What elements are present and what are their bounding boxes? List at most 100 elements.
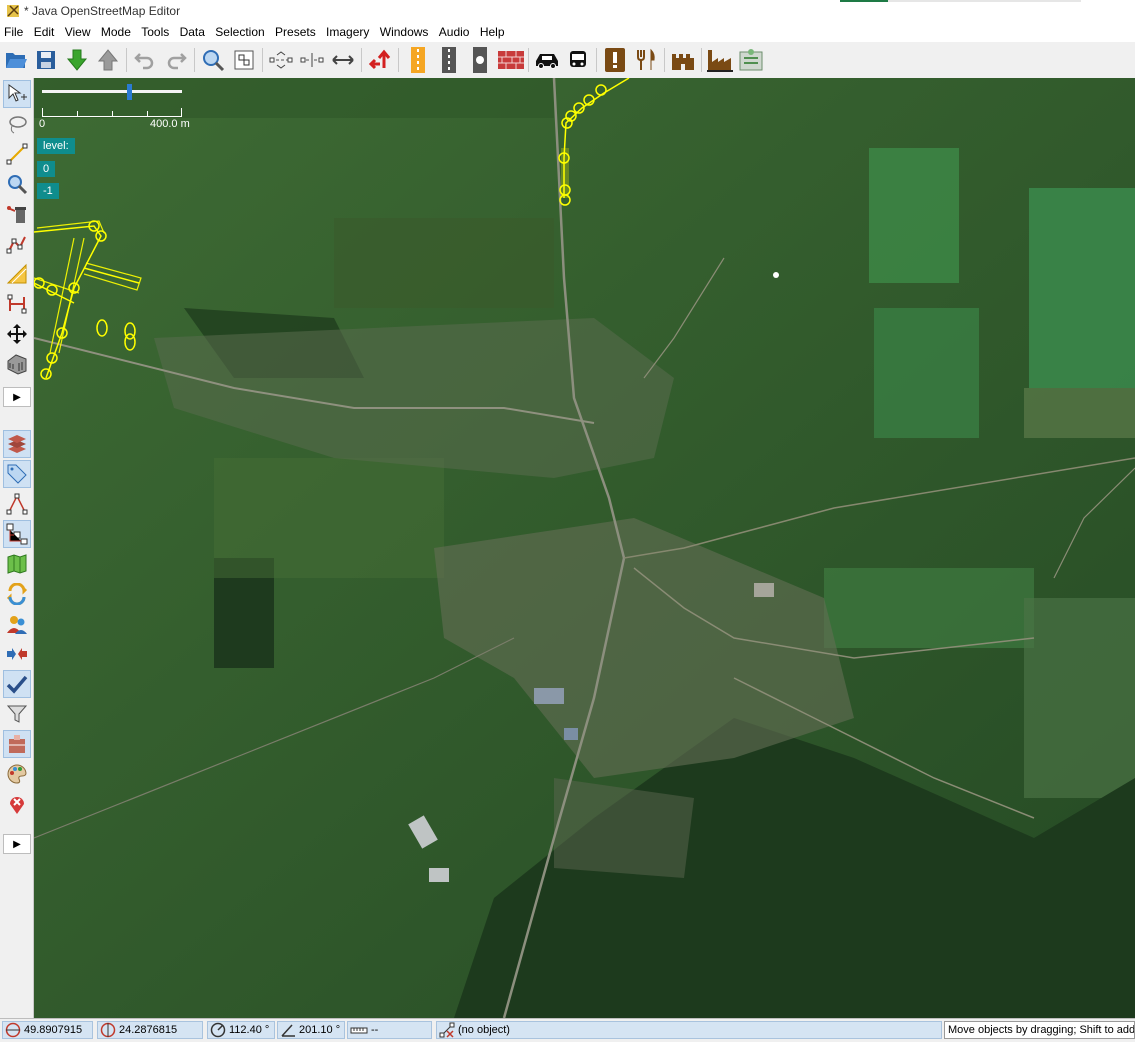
open-icon[interactable] (2, 46, 30, 74)
car-icon[interactable] (533, 46, 561, 74)
improve-way-icon[interactable] (3, 230, 31, 258)
latitude-field: 49.8907915 (2, 1021, 93, 1039)
selection-list-icon[interactable] (3, 520, 31, 548)
presets-icon[interactable] (3, 730, 31, 758)
combine-way-icon[interactable] (329, 46, 357, 74)
scale-tick (77, 111, 78, 116)
no-object-icon (439, 1022, 455, 1038)
more-tools-button[interactable]: ▶ (3, 387, 31, 407)
longitude-icon (100, 1022, 116, 1038)
object-value: (no object) (458, 1024, 510, 1036)
menu-file[interactable]: File (0, 22, 26, 39)
menu-tools[interactable]: Tools (137, 22, 172, 39)
menu-data[interactable]: Data (176, 22, 208, 39)
menu-selection[interactable]: Selection (211, 22, 267, 39)
scale-tick (147, 111, 148, 116)
road-yellow-icon[interactable] (404, 46, 432, 74)
menu-view[interactable]: View (61, 22, 94, 39)
level-button-0[interactable]: 0 (37, 161, 56, 177)
relation-editor-icon[interactable] (3, 490, 31, 518)
save-icon[interactable] (32, 46, 60, 74)
scale-tick (42, 108, 43, 116)
angle-field: 201.10 ° (277, 1021, 345, 1039)
menu-bar: File Edit View Mode Tools Data Selection… (0, 22, 1135, 42)
map-style-icon[interactable] (3, 760, 31, 788)
object-field: (no object) (436, 1021, 942, 1039)
angle-icon (281, 1024, 295, 1037)
conflict-icon[interactable] (3, 640, 31, 668)
scale-bar (42, 108, 182, 117)
tags-icon[interactable] (3, 460, 31, 488)
menu-imagery[interactable]: Imagery (322, 22, 372, 39)
josm-app-icon (7, 5, 19, 17)
notes-icon[interactable] (3, 790, 31, 818)
menu-presets[interactable]: Presets (271, 22, 319, 39)
zoom-slider[interactable] (42, 90, 182, 93)
align-in-line-icon[interactable] (267, 46, 295, 74)
castle-icon[interactable] (669, 46, 697, 74)
zoom-mode-icon[interactable] (3, 170, 31, 198)
extrude-icon[interactable] (3, 290, 31, 318)
warning-sign-icon[interactable] (601, 46, 629, 74)
angle-value: 201.10 ° (299, 1024, 341, 1036)
split-way-icon[interactable] (298, 46, 326, 74)
menu-mode[interactable]: Mode (97, 22, 134, 39)
zoom-slider-thumb[interactable] (127, 84, 132, 100)
validator-icon[interactable] (3, 670, 31, 698)
latitude-value: 49.8907915 (24, 1024, 83, 1036)
toolbar-separator (398, 48, 399, 72)
menu-edit[interactable]: Edit (30, 22, 58, 39)
draw-icon[interactable] (3, 140, 31, 168)
move-icon[interactable] (3, 320, 31, 348)
toolbar-separator (596, 48, 597, 72)
toolbar-separator (126, 48, 127, 72)
more-tools-arrow-icon: ▶ (13, 391, 21, 403)
level-button-minus-1[interactable]: -1 (37, 183, 59, 199)
main-toolbar (0, 42, 1135, 79)
factory-icon[interactable] (706, 46, 734, 74)
menu-audio[interactable]: Audio (435, 22, 473, 39)
distance-field: -- (347, 1021, 432, 1039)
more-panels-button[interactable]: ▶ (3, 834, 31, 854)
scale-widget: 0 400.0 m (39, 84, 202, 132)
treatment-plant-icon[interactable] (737, 46, 765, 74)
menu-help[interactable]: Help (476, 22, 508, 39)
distance-icon (350, 1027, 368, 1034)
undo-icon[interactable] (131, 46, 159, 74)
authors-icon[interactable] (3, 610, 31, 638)
map-view[interactable]: 0 400.0 m level: 0 -1 (34, 78, 1135, 1018)
scale-start-label: 0 (39, 118, 46, 130)
map-paint-icon[interactable] (3, 550, 31, 578)
bus-icon[interactable] (564, 46, 592, 74)
parallel-way-icon[interactable] (3, 260, 31, 288)
changeset-icon[interactable] (3, 580, 31, 608)
layers-icon[interactable] (3, 430, 31, 458)
traffic-signals-icon[interactable] (466, 46, 494, 74)
wall-icon[interactable] (497, 46, 525, 74)
distance-value: -- (371, 1024, 379, 1036)
zoom-to-selection-icon[interactable] (230, 46, 258, 74)
redo-icon[interactable] (162, 46, 190, 74)
scale-tick (181, 108, 182, 116)
select-icon[interactable] (3, 80, 31, 108)
delete-icon[interactable] (3, 200, 31, 228)
lasso-icon[interactable] (3, 110, 31, 138)
heading-value: 112.40 ° (229, 1024, 270, 1036)
building-icon[interactable] (3, 350, 31, 378)
window-accent-light (888, 0, 1081, 2)
heading-field: 112.40 ° (207, 1021, 275, 1039)
road-grey-icon[interactable] (435, 46, 463, 74)
reverse-way-icon[interactable] (366, 46, 394, 74)
longitude-field: 24.2876815 (97, 1021, 203, 1039)
filter-icon[interactable] (3, 700, 31, 728)
longitude-value: 24.2876815 (119, 1024, 178, 1036)
left-sidebar: ▶ ▶ (0, 78, 34, 1018)
menu-windows[interactable]: Windows (376, 22, 432, 39)
restaurant-icon[interactable] (632, 46, 660, 74)
upload-icon[interactable] (94, 46, 122, 74)
download-icon[interactable] (63, 46, 91, 74)
level-selector-title: level: (37, 138, 75, 154)
satellite-imagery (34, 78, 1135, 1018)
zoom-icon[interactable] (199, 46, 227, 74)
latitude-icon (5, 1022, 21, 1038)
